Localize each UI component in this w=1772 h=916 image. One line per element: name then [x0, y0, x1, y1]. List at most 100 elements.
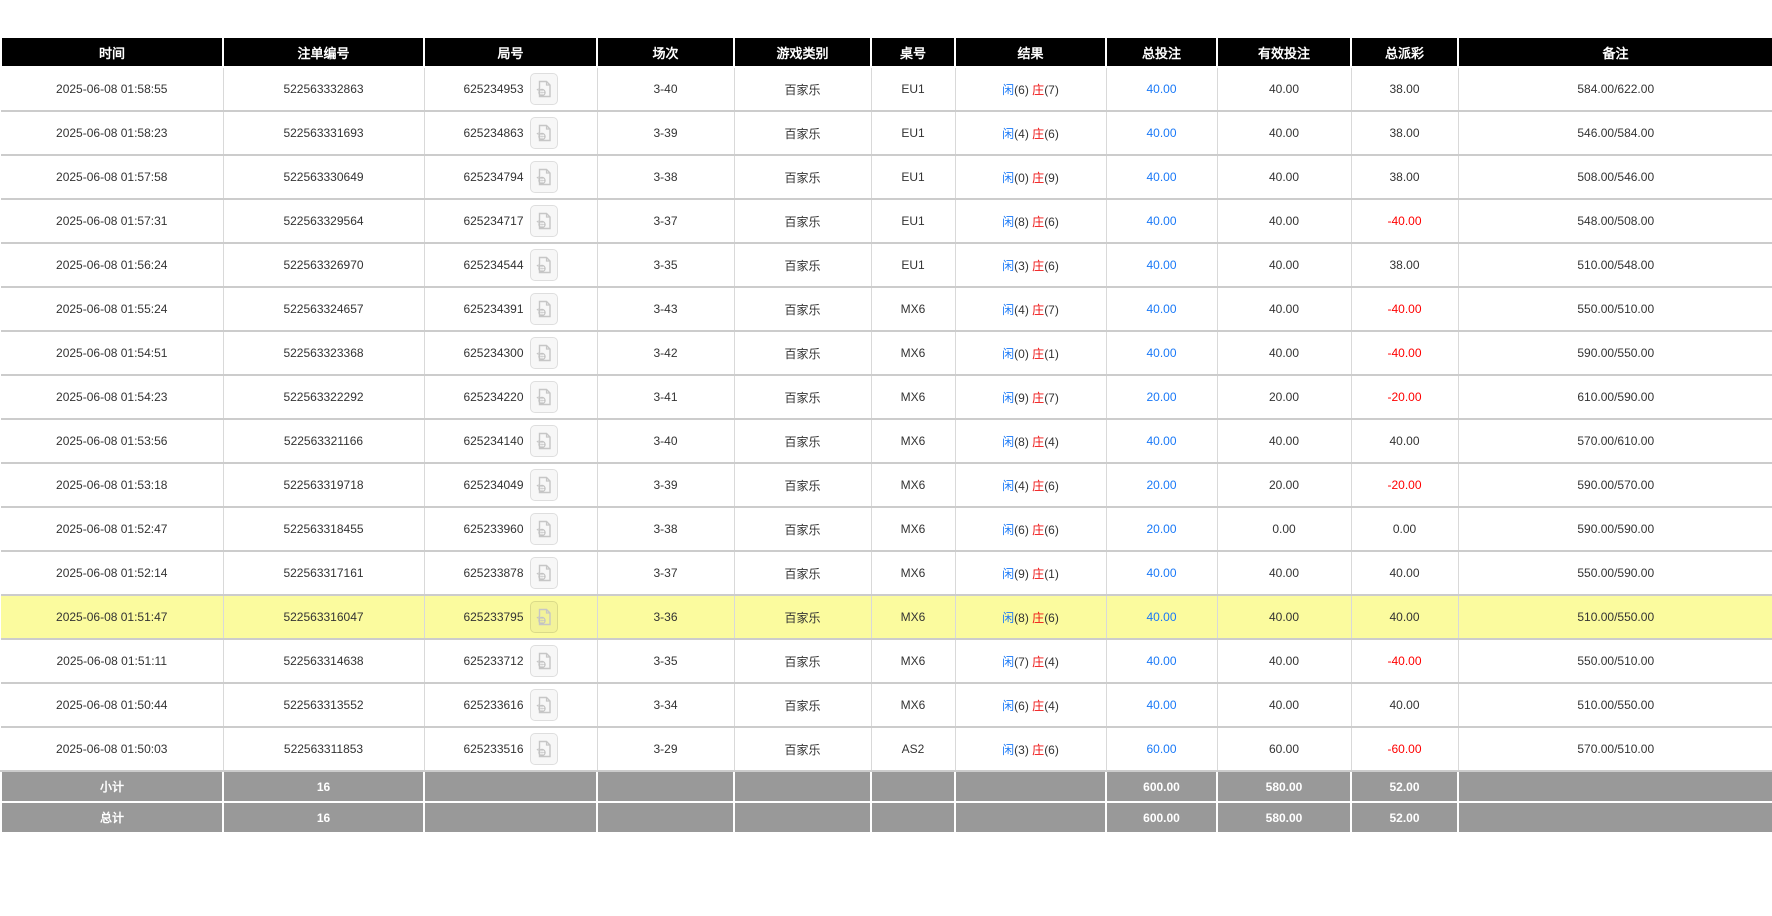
video-replay-button[interactable] [530, 205, 558, 237]
cell-round-id: 625233616 [424, 683, 597, 727]
cell-table-no: MX6 [871, 331, 955, 375]
col-header-total-bet: 总投注 [1106, 37, 1217, 67]
cell-payout: -20.00 [1351, 375, 1458, 419]
video-replay-button[interactable] [530, 337, 558, 369]
cell-bet-id: 522563314638 [223, 639, 424, 683]
cell-table-no: EU1 [871, 199, 955, 243]
video-replay-button[interactable] [530, 161, 558, 193]
result-banker-num: (6) [1044, 611, 1059, 625]
cell-result: 闲(9) 庄(1) [955, 551, 1106, 595]
video-replay-button[interactable] [530, 381, 558, 413]
video-file-icon [536, 300, 552, 318]
video-file-icon [536, 124, 552, 142]
cell-remark: 546.00/584.00 [1458, 111, 1772, 155]
cell-round-id: 625234220 [424, 375, 597, 419]
total-count: 16 [223, 802, 424, 833]
cell-round-id: 625234953 [424, 67, 597, 111]
cell-table-no: EU1 [871, 155, 955, 199]
cell-table-no: MX6 [871, 375, 955, 419]
cell-remark: 590.00/550.00 [1458, 331, 1772, 375]
cell-session: 3-34 [597, 683, 734, 727]
video-file-icon [536, 740, 552, 758]
cell-bet-id: 522563322292 [223, 375, 424, 419]
cell-total-bet: 40.00 [1106, 67, 1217, 111]
cell-table-no: MX6 [871, 463, 955, 507]
cell-total-bet: 60.00 [1106, 727, 1217, 771]
video-file-icon [536, 564, 552, 582]
cell-valid-bet: 40.00 [1217, 67, 1351, 111]
cell-table-no: MX6 [871, 683, 955, 727]
video-replay-button[interactable] [530, 601, 558, 633]
cell-game-type: 百家乐 [734, 595, 871, 639]
video-file-icon [536, 608, 552, 626]
cell-result: 闲(9) 庄(7) [955, 375, 1106, 419]
cell-time: 2025-06-08 01:56:24 [1, 243, 223, 287]
cell-bet-id: 522563329564 [223, 199, 424, 243]
cell-remark: 510.00/548.00 [1458, 243, 1772, 287]
video-replay-button[interactable] [530, 293, 558, 325]
subtotal-row: 小计 16 600.00 580.00 52.00 [1, 771, 1772, 802]
cell-payout: -40.00 [1351, 199, 1458, 243]
result-banker-num: (7) [1044, 303, 1059, 317]
result-player-label: 闲 [1002, 523, 1014, 537]
cell-round-id: 625234794 [424, 155, 597, 199]
result-banker-num: (6) [1044, 479, 1059, 493]
video-file-icon [536, 80, 552, 98]
video-replay-button[interactable] [530, 689, 558, 721]
video-file-icon [536, 520, 552, 538]
video-replay-button[interactable] [530, 425, 558, 457]
video-replay-button[interactable] [530, 645, 558, 677]
cell-payout: -60.00 [1351, 727, 1458, 771]
table-row: 2025-06-08 01:52:14522563317161625233878… [1, 551, 1772, 595]
result-banker-num: (1) [1044, 347, 1059, 361]
result-banker-num: (9) [1044, 171, 1059, 185]
subtotal-total-bet: 600.00 [1106, 771, 1217, 802]
result-player-num: (4) [1014, 127, 1029, 141]
cell-remark: 508.00/546.00 [1458, 155, 1772, 199]
result-player-label: 闲 [1002, 127, 1014, 141]
cell-bet-id: 522563324657 [223, 287, 424, 331]
result-banker-num: (6) [1044, 523, 1059, 537]
result-banker-label: 庄 [1032, 259, 1044, 273]
cell-result: 闲(7) 庄(4) [955, 639, 1106, 683]
video-replay-button[interactable] [530, 557, 558, 589]
table-row: 2025-06-08 01:54:51522563323368625234300… [1, 331, 1772, 375]
cell-round-id: 625234140 [424, 419, 597, 463]
result-banker-label: 庄 [1032, 611, 1044, 625]
result-player-label: 闲 [1002, 611, 1014, 625]
subtotal-label: 小计 [1, 771, 223, 802]
cell-bet-id: 522563316047 [223, 595, 424, 639]
cell-game-type: 百家乐 [734, 507, 871, 551]
cell-valid-bet: 40.00 [1217, 243, 1351, 287]
result-player-label: 闲 [1002, 303, 1014, 317]
result-player-num: (3) [1014, 259, 1029, 273]
round-id: 625234863 [463, 126, 523, 140]
round-id: 625233878 [463, 566, 523, 580]
cell-session: 3-37 [597, 551, 734, 595]
cell-payout: 38.00 [1351, 67, 1458, 111]
result-banker-label: 庄 [1032, 215, 1044, 229]
result-player-num: (8) [1014, 611, 1029, 625]
video-replay-button[interactable] [530, 249, 558, 281]
cell-bet-id: 522563317161 [223, 551, 424, 595]
cell-bet-id: 522563323368 [223, 331, 424, 375]
cell-total-bet: 40.00 [1106, 155, 1217, 199]
table-row: 2025-06-08 01:52:47522563318455625233960… [1, 507, 1772, 551]
total-valid-bet: 580.00 [1217, 802, 1351, 833]
cell-valid-bet: 40.00 [1217, 287, 1351, 331]
video-replay-button[interactable] [530, 73, 558, 105]
cell-session: 3-39 [597, 111, 734, 155]
cell-round-id: 625234300 [424, 331, 597, 375]
cell-valid-bet: 40.00 [1217, 419, 1351, 463]
table-row: 2025-06-08 01:56:24522563326970625234544… [1, 243, 1772, 287]
cell-table-no: EU1 [871, 111, 955, 155]
video-replay-button[interactable] [530, 733, 558, 765]
video-replay-button[interactable] [530, 469, 558, 501]
video-file-icon [536, 476, 552, 494]
cell-time: 2025-06-08 01:55:24 [1, 287, 223, 331]
video-replay-button[interactable] [530, 513, 558, 545]
result-banker-label: 庄 [1032, 567, 1044, 581]
cell-result: 闲(6) 庄(4) [955, 683, 1106, 727]
cell-game-type: 百家乐 [734, 111, 871, 155]
video-replay-button[interactable] [530, 117, 558, 149]
